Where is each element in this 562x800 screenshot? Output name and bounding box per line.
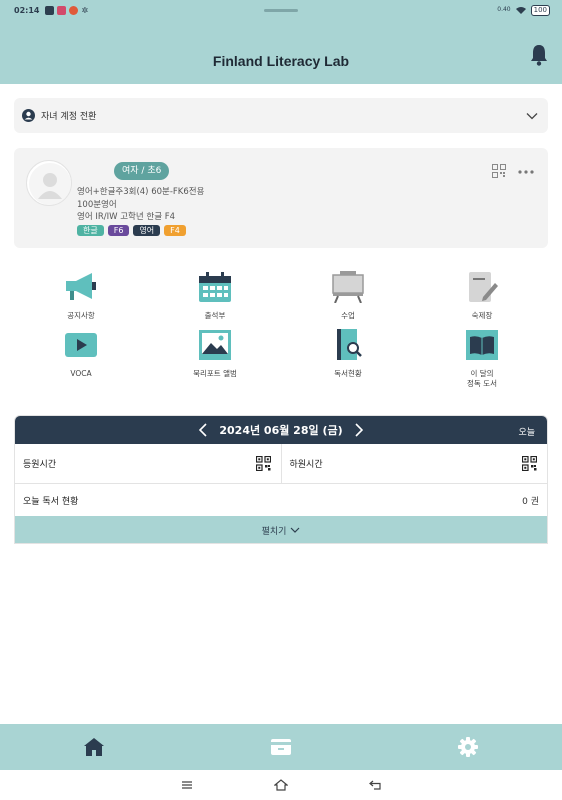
menu-label: 수업 [341, 311, 355, 320]
network-speed: 0.40 [497, 6, 511, 13]
gender-grade-badge: 여자 / 초6 [114, 162, 170, 180]
chevron-down-icon [290, 527, 300, 533]
menu-label-line: 정독 도서 [467, 379, 497, 388]
home-outline-icon [274, 779, 288, 791]
date-navigator: 2024년 06월 28일 (금) 오늘 [15, 416, 547, 444]
level-tags: 한글 F6 영어 F4 [77, 225, 186, 236]
student-profile-card: 여자 / 초6 영어+한글주3회(4) 60분-FK6전용 100분영어 영어 … [14, 148, 548, 248]
level-tag: F4 [164, 225, 186, 236]
alert-icon [69, 5, 79, 15]
menu-label: 독서현황 [334, 369, 362, 378]
settings-status-icon: ✲ [81, 5, 89, 15]
profile-course-line: 영어 IR/IW 고학년 한글 F4 [77, 212, 176, 222]
check-out-cell: 하원시간 [280, 444, 548, 483]
menu-label: 숙제장 [471, 311, 493, 320]
qr-code-icon[interactable] [522, 456, 537, 471]
menu-monthly-books[interactable]: 이 달의 정독 도서 [427, 329, 537, 389]
selected-date: 2024년 06월 28일 (금) [219, 424, 343, 437]
book-search-icon [337, 329, 362, 360]
check-out-label: 하원시간 [289, 460, 323, 470]
chevron-down-icon [526, 112, 538, 119]
easel-icon [332, 271, 364, 304]
reading-label: 오늘 독서 현황 [23, 496, 79, 507]
level-tag: 한글 [77, 225, 104, 236]
open-book-icon [466, 330, 498, 360]
check-in-label: 등원시간 [23, 460, 57, 470]
menu-attendance[interactable]: 출석부 [160, 271, 270, 321]
recent-apps-button[interactable] [140, 780, 234, 790]
tab-home[interactable] [0, 724, 187, 770]
calendar-icon [199, 272, 231, 302]
homework-pad-icon [469, 272, 498, 302]
menu-label: 북리포트 앨범 [193, 369, 237, 378]
menu-label: 출석부 [204, 311, 226, 320]
today-button[interactable]: 오늘 [518, 425, 535, 438]
wifi-icon [515, 7, 526, 14]
notification-icon [45, 5, 55, 15]
menu-label: 공지사항 [67, 311, 95, 320]
expand-label: 펼치기 [261, 526, 287, 537]
reading-count: 0 권 [522, 496, 539, 507]
battery-indicator: 100 [530, 4, 550, 16]
check-in-cell: 등원시간 [15, 444, 281, 483]
status-time: 02:14 [14, 5, 40, 15]
qr-code-icon[interactable] [255, 456, 271, 471]
drag-handle[interactable] [264, 9, 298, 12]
attendance-panel: 2024년 06월 28일 (금) 오늘 등원시간 하원시간 오늘 독서 현황 … [14, 415, 548, 544]
qr-code-icon[interactable] [492, 164, 506, 178]
system-home-button[interactable] [234, 779, 328, 791]
app-title: Finland Literacy Lab [212, 53, 350, 69]
card-icon [270, 739, 291, 755]
menu-label: 이 달의 정독 도서 [427, 369, 537, 389]
child-account-switcher[interactable]: 자녀 계정 전환 [14, 98, 548, 133]
level-tag: F6 [107, 225, 130, 236]
menu-reading-status[interactable]: 독서현황 [293, 329, 403, 379]
home-icon [83, 738, 104, 756]
level-tag: 영어 [133, 225, 161, 236]
app-header: 02:14 ✲ 0.40 100 Finland Literacy Lab [0, 0, 562, 84]
menu-class[interactable]: 수업 [293, 271, 403, 321]
bottom-navigation [0, 724, 562, 770]
gear-icon [458, 737, 479, 757]
profile-course-line: 영어+한글주3회(4) 60분-FK6전용 [77, 187, 205, 197]
menu-label: VOCA [70, 369, 92, 378]
today-reading-row: 오늘 독서 현황 0 권 [15, 484, 547, 516]
more-options-icon[interactable] [518, 170, 534, 174]
menu-label-line: 이 달의 [470, 369, 494, 378]
menu-lines-icon [182, 781, 192, 789]
app-notification-icon [57, 5, 67, 15]
video-play-icon [65, 333, 97, 357]
back-arrow-icon [369, 780, 381, 790]
menu-book-report-album[interactable]: 북리포트 앨범 [160, 329, 270, 379]
tab-billing[interactable] [187, 724, 374, 770]
system-navigation-bar [0, 770, 562, 800]
bell-icon[interactable] [529, 44, 549, 66]
previous-date-button[interactable] [199, 423, 207, 437]
switcher-label: 자녀 계정 전환 [41, 112, 97, 122]
menu-voca[interactable]: VOCA [26, 329, 136, 379]
menu-notice[interactable]: 공지사항 [26, 271, 136, 321]
person-circle-icon [22, 109, 35, 122]
back-button[interactable] [328, 780, 422, 790]
megaphone-icon [66, 273, 96, 300]
expand-button[interactable]: 펼치기 [15, 516, 547, 543]
menu-homework[interactable]: 숙제장 [427, 271, 537, 321]
picture-album-icon [199, 330, 231, 360]
next-date-button[interactable] [355, 423, 363, 437]
tab-settings[interactable] [375, 724, 562, 770]
profile-course-line: 100분영어 [77, 200, 117, 210]
avatar-placeholder-icon [29, 163, 71, 205]
avatar [26, 160, 72, 206]
